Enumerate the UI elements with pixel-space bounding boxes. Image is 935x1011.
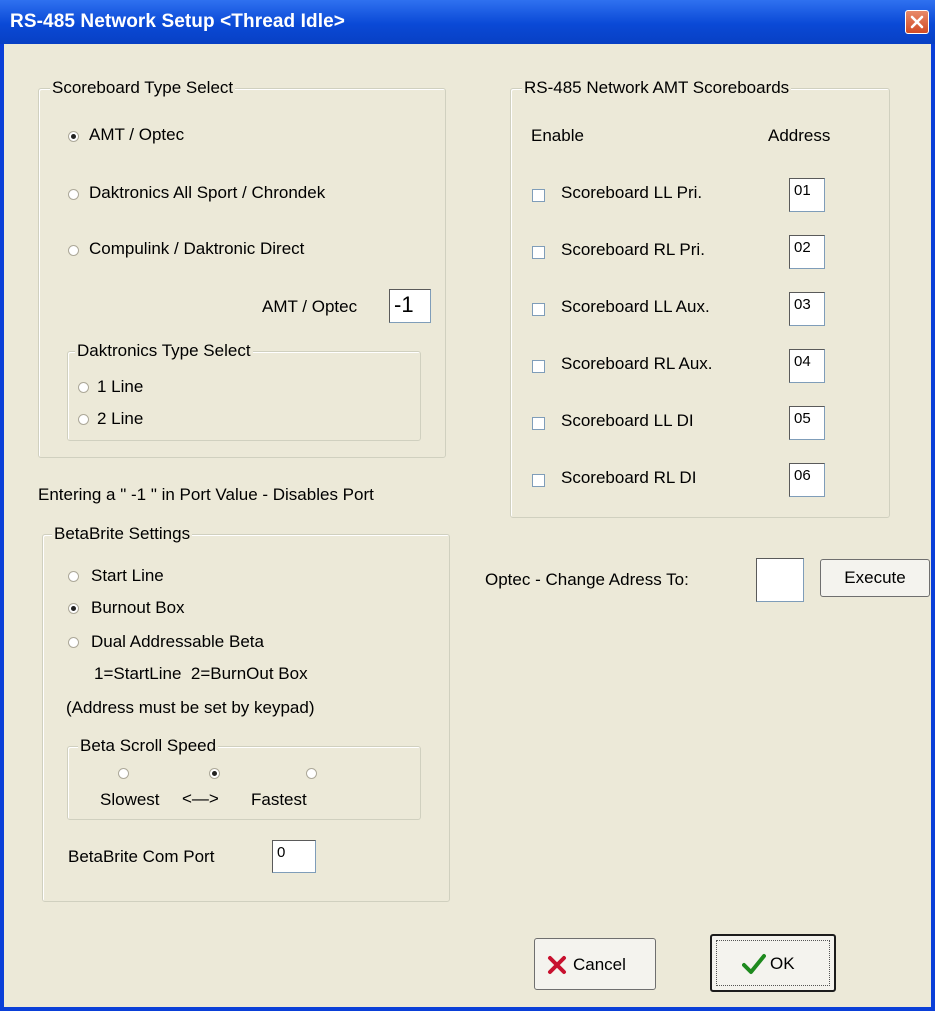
scroll-speed-fast[interactable] xyxy=(306,768,317,779)
optec-address-input[interactable] xyxy=(756,558,804,602)
radio-burnout-box[interactable] xyxy=(68,603,79,614)
scroll-speed-medium[interactable] xyxy=(209,768,220,779)
execute-button[interactable]: Execute xyxy=(820,559,930,597)
close-button[interactable] xyxy=(905,10,929,34)
close-icon xyxy=(910,15,924,29)
address-input-rl-aux[interactable]: 04 xyxy=(789,349,825,383)
radio-start-line[interactable] xyxy=(68,571,79,582)
radio-compulink-label[interactable]: Compulink / Daktronic Direct xyxy=(89,239,304,259)
dialog-window: RS-485 Network Setup <Thread Idle> Score… xyxy=(0,0,935,1011)
network-legend: RS-485 Network AMT Scoreboards xyxy=(522,78,792,98)
scoreboard-ll-aux-label[interactable]: Scoreboard LL Aux. xyxy=(561,297,710,317)
address-input-ll-pri[interactable]: 01 xyxy=(789,178,825,212)
address-input-rl-pri[interactable]: 02 xyxy=(789,235,825,269)
betabrite-com-port-input[interactable]: 0 xyxy=(272,840,316,873)
radio-2-line[interactable] xyxy=(78,414,89,425)
enable-checkbox-ll-di[interactable] xyxy=(532,417,545,430)
enable-checkbox-rl-aux[interactable] xyxy=(532,360,545,373)
cancel-button[interactable]: Cancel xyxy=(534,938,656,990)
radio-2-line-label[interactable]: 2 Line xyxy=(97,409,143,429)
radio-dual-addressable-label[interactable]: Dual Addressable Beta xyxy=(91,632,264,652)
enable-checkbox-ll-pri[interactable] xyxy=(532,189,545,202)
window-title: RS-485 Network Setup <Thread Idle> xyxy=(10,11,345,32)
optec-change-address-label: Optec - Change Adress To: xyxy=(485,570,689,589)
radio-amt-optec-label[interactable]: AMT / Optec xyxy=(89,125,184,145)
cancel-x-icon xyxy=(548,956,566,974)
scroll-speed-slowest-label: Slowest xyxy=(100,790,160,809)
address-header: Address xyxy=(768,126,831,145)
scroll-speed-slow[interactable] xyxy=(118,768,129,779)
radio-dual-addressable[interactable] xyxy=(68,637,79,648)
radio-1-line[interactable] xyxy=(78,382,89,393)
scoreboard-rl-aux-label[interactable]: Scoreboard RL Aux. xyxy=(561,354,713,374)
enable-checkbox-rl-di[interactable] xyxy=(532,474,545,487)
beta-keypad-note: (Address must be set by keypad) xyxy=(66,698,315,717)
title-bar[interactable]: RS-485 Network Setup <Thread Idle> xyxy=(0,0,935,44)
address-input-ll-di[interactable]: 05 xyxy=(789,406,825,440)
betabrite-com-port-label: BetaBrite Com Port xyxy=(68,847,215,866)
radio-daktronics-allsport[interactable] xyxy=(68,189,79,200)
enable-checkbox-ll-aux[interactable] xyxy=(532,303,545,316)
amt-optec-port-label: AMT / Optec xyxy=(262,297,358,316)
radio-daktronics-allsport-label[interactable]: Daktronics All Sport / Chrondek xyxy=(89,183,325,203)
address-input-ll-aux[interactable]: 03 xyxy=(789,292,825,326)
scoreboard-ll-di-label[interactable]: Scoreboard LL DI xyxy=(561,411,694,431)
enable-checkbox-rl-pri[interactable] xyxy=(532,246,545,259)
address-input-rl-di[interactable]: 06 xyxy=(789,463,825,497)
cancel-label: Cancel xyxy=(573,955,626,974)
scroll-speed-legend: Beta Scroll Speed xyxy=(78,736,219,756)
scoreboard-rl-pri-label[interactable]: Scoreboard RL Pri. xyxy=(561,240,705,260)
enable-header: Enable xyxy=(531,126,584,145)
ok-button[interactable]: OK xyxy=(710,934,836,992)
scroll-speed-fastest-label: Fastest xyxy=(251,790,307,809)
ok-label: OK xyxy=(770,954,795,973)
beta-address-note: 1=StartLine 2=BurnOut Box xyxy=(94,664,308,683)
radio-start-line-label[interactable]: Start Line xyxy=(91,566,164,586)
scoreboard-rl-di-label[interactable]: Scoreboard RL DI xyxy=(561,468,696,488)
checkmark-icon xyxy=(742,954,766,974)
amt-optec-port-input[interactable]: -1 xyxy=(389,289,431,323)
radio-1-line-label[interactable]: 1 Line xyxy=(97,377,143,397)
radio-amt-optec[interactable] xyxy=(68,131,79,142)
port-disable-note: Entering a " -1 " in Port Value - Disabl… xyxy=(38,485,374,504)
betabrite-legend: BetaBrite Settings xyxy=(52,524,193,544)
scoreboard-type-legend: Scoreboard Type Select xyxy=(50,78,236,98)
scoreboard-ll-pri-label[interactable]: Scoreboard LL Pri. xyxy=(561,183,702,203)
radio-burnout-box-label[interactable]: Burnout Box xyxy=(91,598,185,618)
daktronics-type-legend: Daktronics Type Select xyxy=(75,341,253,361)
radio-compulink[interactable] xyxy=(68,245,79,256)
scroll-speed-arrow: <—> xyxy=(182,789,219,808)
